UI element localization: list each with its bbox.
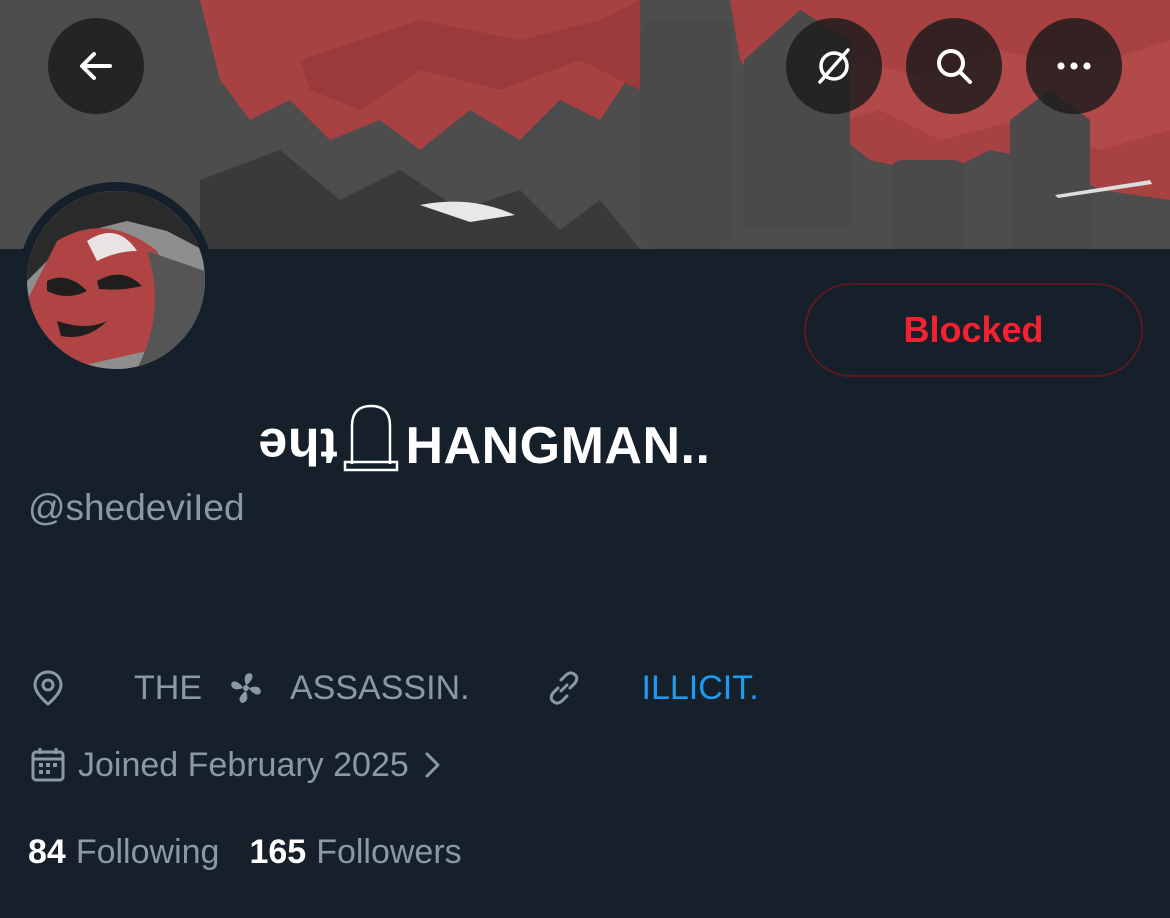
following-link[interactable]: 84 Following bbox=[28, 833, 219, 872]
more-button[interactable] bbox=[1026, 18, 1122, 114]
pinwheel-icon bbox=[231, 673, 261, 703]
display-name: the HANGMAN.. bbox=[258, 400, 711, 475]
follow-stats: 84 Following 165 Followers bbox=[28, 830, 462, 874]
blocked-button[interactable]: Blocked bbox=[804, 283, 1143, 377]
followers-count: 165 bbox=[249, 832, 307, 871]
followers-link[interactable]: 165 Followers bbox=[249, 833, 461, 872]
joined-date-row[interactable]: Joined February 2025 bbox=[28, 743, 447, 787]
location-text: THE ASSASSIN. bbox=[134, 668, 470, 708]
location-part-2: ASSASSIN. bbox=[290, 668, 470, 707]
chevron-right-icon bbox=[425, 752, 440, 778]
back-button[interactable] bbox=[48, 18, 144, 114]
search-icon bbox=[937, 49, 972, 84]
followers-label: Followers bbox=[316, 832, 462, 871]
location-pin-icon bbox=[33, 670, 63, 706]
search-button[interactable] bbox=[906, 18, 1002, 114]
website-link[interactable]: ILLICIT. bbox=[642, 669, 759, 708]
following-label: Following bbox=[75, 832, 220, 871]
avatar[interactable] bbox=[18, 182, 214, 378]
grok-button[interactable] bbox=[786, 18, 882, 114]
profile-meta-row: THE ASSASSIN. ILLICIT. bbox=[28, 666, 759, 710]
display-name-main: HANGMAN.. bbox=[405, 417, 711, 475]
following-count: 84 bbox=[28, 832, 66, 871]
headstone-icon bbox=[343, 404, 398, 472]
arrow-left-icon bbox=[80, 52, 112, 80]
grok-icon bbox=[818, 48, 850, 84]
link-icon bbox=[549, 671, 578, 705]
location-part-1: THE bbox=[134, 668, 202, 707]
display-name-flipped: the bbox=[258, 417, 338, 475]
joined-date-text: Joined February 2025 bbox=[78, 745, 409, 784]
calendar-icon bbox=[31, 748, 65, 782]
avatar-image bbox=[27, 191, 205, 369]
username-handle: @shedeviIed bbox=[28, 487, 245, 528]
more-horizontal-icon bbox=[1057, 62, 1091, 70]
